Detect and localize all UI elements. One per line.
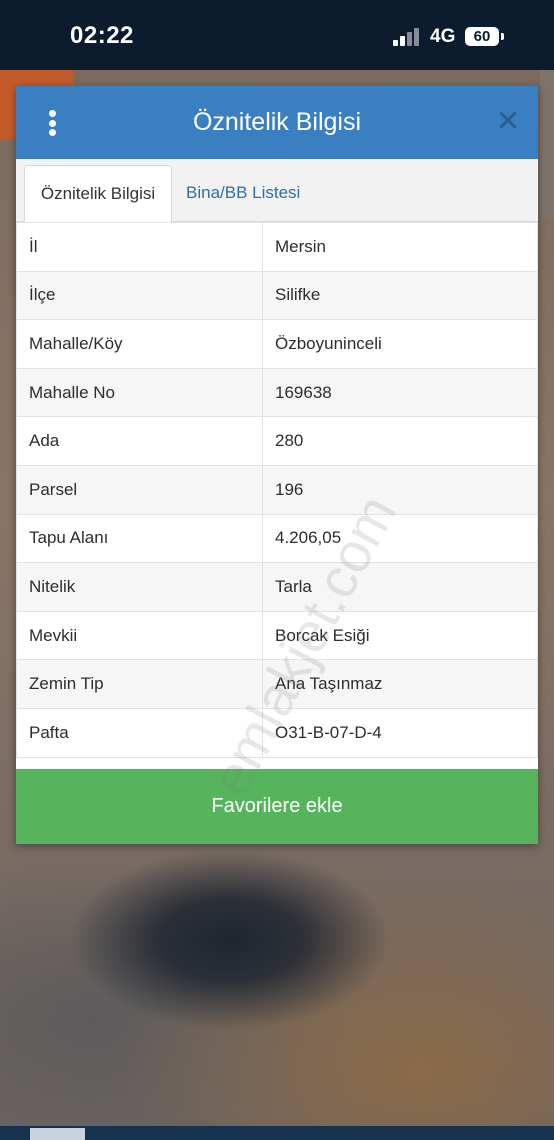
row-key: Mahalle No	[16, 367, 263, 418]
row-value: Borcak Esiği	[262, 610, 538, 661]
table-row: İl Mersin	[16, 222, 538, 272]
battery-icon: 60	[465, 27, 499, 46]
dialog-header: Öznitelik Bilgisi ✕	[16, 86, 538, 159]
table-row: Mahalle No 169638	[16, 367, 538, 418]
tab-bar: Öznitelik Bilgisi Bina/BB Listesi	[16, 159, 538, 223]
status-bar: 02:22 4G 60	[0, 0, 554, 70]
row-key: Tapu Alanı	[16, 513, 263, 564]
row-key: Nitelik	[16, 562, 263, 612]
row-value: Özboyuninceli	[262, 319, 538, 369]
map-logo	[30, 1128, 85, 1140]
close-icon[interactable]: ✕	[494, 107, 522, 137]
row-key: Parsel	[16, 464, 263, 515]
battery-nub	[501, 33, 504, 40]
table-row: Tapu Alanı 4.206,05	[16, 513, 538, 564]
row-key: İlçe	[16, 270, 263, 321]
table-row: Nitelik Tarla	[16, 562, 538, 612]
row-value: 196	[262, 464, 538, 515]
map-edge-panel	[540, 70, 554, 220]
row-key: Zemin Tip	[16, 659, 263, 709]
row-value: Mersin	[262, 222, 538, 272]
row-value: Ana Taşınmaz	[262, 659, 538, 709]
attribute-dialog: Öznitelik Bilgisi ✕ Öznitelik Bilgisi Bi…	[16, 86, 538, 844]
status-time: 02:22	[70, 22, 134, 49]
table-row: İlçe Silifke	[16, 270, 538, 321]
table-row: Ada 280	[16, 416, 538, 466]
row-value: O31-B-07-D-4	[262, 707, 538, 758]
attribute-table: İl Mersin İlçe Silifke Mahalle/Köy Özboyuni…	[16, 222, 538, 758]
table-row: Pafta O31-B-07-D-4	[16, 707, 538, 758]
tab-building-list[interactable]: Bina/BB Listesi	[174, 165, 312, 221]
add-to-favorites-button[interactable]: Favorilere ekle	[16, 769, 538, 844]
network-type: 4G	[430, 26, 456, 47]
row-key: Mahalle/Köy	[16, 319, 263, 369]
table-row: Mahalle/Köy Özboyuninceli	[16, 319, 538, 369]
row-key: Pafta	[16, 707, 263, 758]
row-value: Tarla	[262, 562, 538, 612]
dialog-title: Öznitelik Bilgisi	[192, 108, 362, 136]
row-value: Silifke	[262, 270, 538, 321]
tab-attribute-info[interactable]: Öznitelik Bilgisi	[24, 165, 172, 223]
row-value: 169638	[262, 367, 538, 418]
table-row: Parsel 196	[16, 464, 538, 515]
row-value: 4.206,05	[262, 513, 538, 564]
row-key: Ada	[16, 416, 263, 466]
signal-icon	[393, 28, 425, 46]
table-row: Mevkii Borcak Esiği	[16, 610, 538, 661]
row-key: İl	[16, 222, 263, 272]
table-row: Zemin Tip Ana Taşınmaz	[16, 659, 538, 709]
row-key: Mevkii	[16, 610, 263, 661]
row-value: 280	[262, 416, 538, 466]
